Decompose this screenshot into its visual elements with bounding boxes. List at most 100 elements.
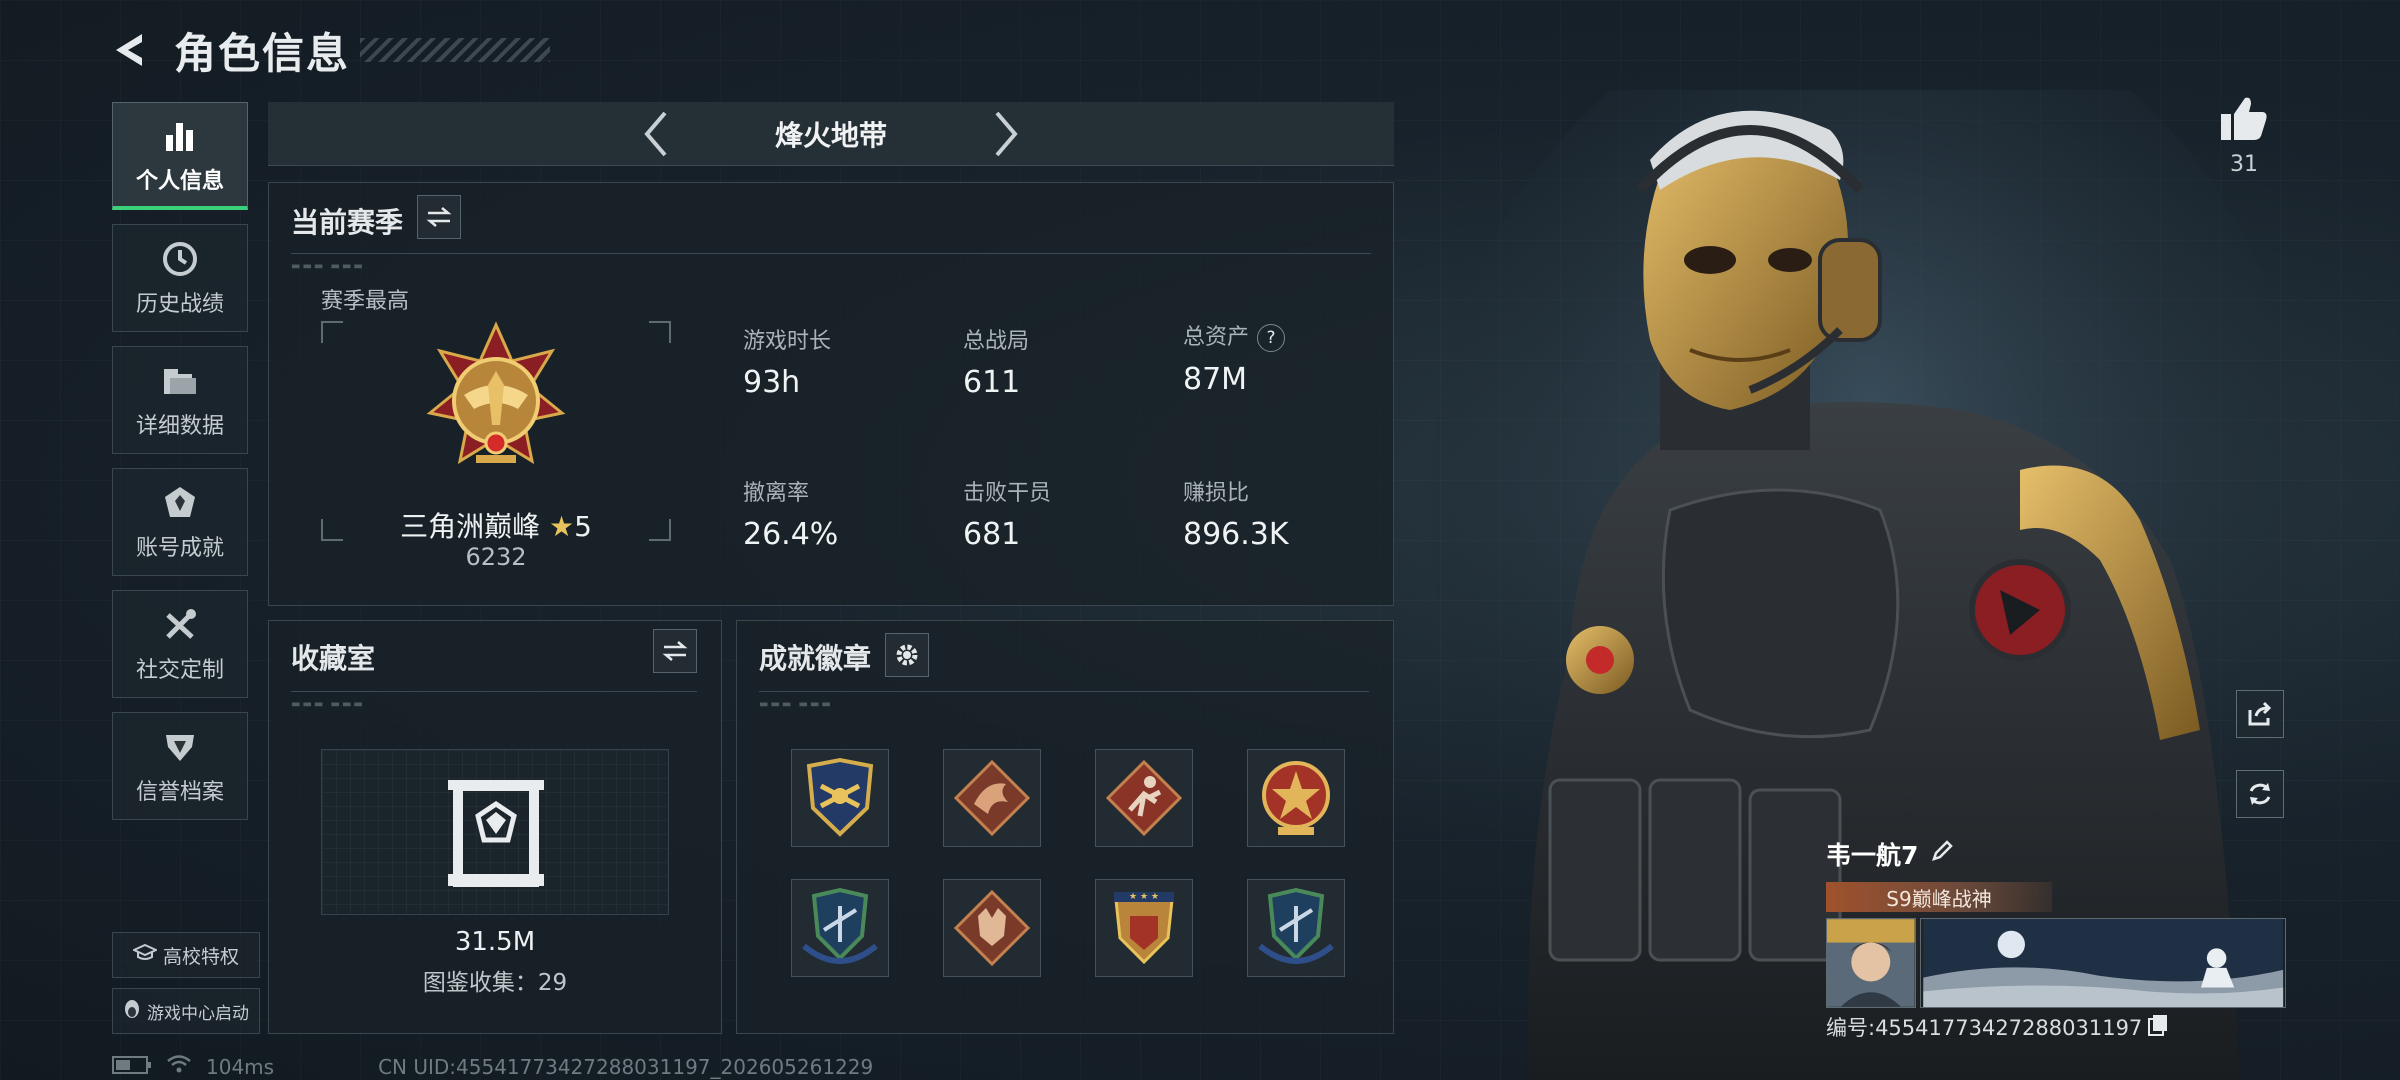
chevron-left-icon xyxy=(644,111,667,156)
collection-panel: 收藏室 ▬▬▬ ▬▬▬ 31.5M 图鉴收集：29 xyxy=(268,620,722,1034)
badges-settings-button[interactable] xyxy=(885,633,929,677)
back-arrow-icon xyxy=(116,34,142,66)
badge-wolf[interactable] xyxy=(943,879,1041,977)
sidebar-item-label: 个人信息 xyxy=(135,168,224,194)
stat-value: 611 xyxy=(963,365,1021,400)
sidebar-item-label: 社交定制 xyxy=(135,658,224,683)
wings-shield-badge-icon xyxy=(1258,887,1334,964)
edit-name-button[interactable] xyxy=(1930,839,1954,869)
rank-emblem-icon xyxy=(426,321,566,465)
divider xyxy=(291,253,1371,254)
stat-total-matches: 总战局 611 xyxy=(963,323,1029,400)
badge-shield-crest[interactable]: ★ ★ ★ xyxy=(1095,879,1193,977)
star-icon: ★ xyxy=(548,510,575,543)
rank-frame: 三角洲巅峰 ★5 6232 xyxy=(321,321,671,571)
swap-icon xyxy=(426,207,452,227)
achievement-icon xyxy=(159,482,201,524)
mode-next-button[interactable] xyxy=(976,104,1036,164)
mode-name: 烽火地带 xyxy=(774,118,887,152)
divider xyxy=(759,691,1369,692)
player-title-text: S9巅峰战神 xyxy=(1886,886,1992,911)
stat-label: 击败干员 xyxy=(963,481,1052,506)
shield-badge-icon xyxy=(806,757,874,837)
qq-penguin-icon xyxy=(123,998,141,1025)
season-switch-button[interactable] xyxy=(417,195,461,239)
stat-label: 游戏时长 xyxy=(743,329,832,354)
sidebar-item-label: 信誉档案 xyxy=(135,780,224,805)
season-best-label: 赛季最高 xyxy=(321,289,410,314)
mode-selector: 烽火地带 xyxy=(268,102,1394,166)
like-button[interactable]: 31 xyxy=(2218,94,2270,177)
graduation-cap-icon xyxy=(131,943,159,967)
game-center-label: 游戏中心启动 xyxy=(147,1003,249,1024)
divider xyxy=(291,691,697,692)
rotate-button[interactable] xyxy=(2236,770,2284,818)
stat-extraction-rate: 撤离率 26.4% xyxy=(743,475,838,552)
campus-privilege-button[interactable]: 高校特权 xyxy=(112,932,260,978)
sidebar-item-social[interactable]: 社交定制 xyxy=(112,590,248,698)
player-id-row: 编号:4554177342728803119​7 xyxy=(1826,1012,2286,1042)
sidebar-item-achievements[interactable]: 账号成就 xyxy=(112,468,248,576)
player-avatar[interactable] xyxy=(1826,918,1916,1008)
tools-icon xyxy=(159,604,201,646)
svg-text:★ ★ ★: ★ ★ ★ xyxy=(1129,892,1159,902)
sidebar-item-details[interactable]: 详细数据 xyxy=(112,346,248,454)
back-button[interactable] xyxy=(110,28,154,72)
shield-crest-badge-icon: ★ ★ ★ xyxy=(1114,892,1174,965)
chevron-right-icon xyxy=(995,111,1018,156)
gear-icon xyxy=(896,644,918,666)
copy-icon xyxy=(2148,1014,2168,1036)
rank-name-text: 三角洲巅峰 xyxy=(400,510,541,543)
page-title: 角色信息 xyxy=(174,28,351,78)
badge-runner[interactable] xyxy=(1095,749,1193,847)
sidebar-item-label: 历史战绩 xyxy=(135,292,224,317)
stat-value: 896.3K xyxy=(1183,517,1289,552)
vault-icon xyxy=(448,780,544,887)
badge-wings-shield-blue-2[interactable] xyxy=(1247,879,1345,977)
wifi-icon xyxy=(166,1054,192,1079)
badge-dragon[interactable] xyxy=(943,749,1041,847)
runner-badge-icon xyxy=(1105,759,1183,837)
stat-label: 赚损比 xyxy=(1183,481,1250,506)
sidebar-item-personal-info[interactable]: 个人信息 xyxy=(112,102,248,210)
player-banner[interactable] xyxy=(1919,918,2286,1008)
sidebar: 个人信息 历史战绩 详细数据 账号成就 社交定制 信誉档案 xyxy=(112,102,248,834)
player-title-tag[interactable]: S9巅峰战神 xyxy=(1826,882,2052,912)
season-title: 当前赛季 xyxy=(291,206,404,239)
mode-prev-button[interactable] xyxy=(626,104,686,164)
decoration-ticks: ▬▬▬ ▬▬▬ xyxy=(291,699,365,710)
sidebar-item-label: 账号成就 xyxy=(135,536,224,561)
game-center-button[interactable]: 游戏中心启动 xyxy=(112,988,260,1034)
bar-chart-icon xyxy=(159,115,201,157)
badge-star-medal[interactable] xyxy=(1247,749,1345,847)
stat-profit-loss-ratio: 赚损比 896.3K xyxy=(1183,475,1289,552)
stat-total-assets: 总资产? 87M xyxy=(1183,319,1286,397)
copy-id-button[interactable] xyxy=(2148,1014,2168,1041)
stat-value: 93h xyxy=(743,365,801,400)
dragon-badge-icon xyxy=(953,759,1031,837)
sidebar-item-history[interactable]: 历史战绩 xyxy=(112,224,248,332)
frame-corner xyxy=(321,321,343,343)
share-button[interactable] xyxy=(2236,690,2284,738)
battery-icon xyxy=(112,1055,152,1079)
badge-shield-gold[interactable] xyxy=(791,749,889,847)
ping-value: 104ms xyxy=(206,1054,275,1079)
player-name-row: 韦一航7 xyxy=(1826,836,2286,872)
header: 角色信息 xyxy=(110,22,551,78)
player-id: 编号:4554177342728803119​7 xyxy=(1826,1016,2143,1040)
collection-count: 图鉴收集：29 xyxy=(422,970,568,996)
rank-score: 6232 xyxy=(465,543,527,571)
collection-display[interactable] xyxy=(321,749,669,915)
sidebar-item-reputation[interactable]: 信誉档案 xyxy=(112,712,248,820)
stat-value: 26.4% xyxy=(743,517,839,552)
badges-title: 成就徽章 xyxy=(759,642,872,675)
player-name: 韦一航7 xyxy=(1826,841,1919,870)
help-button[interactable]: ? xyxy=(1257,324,1286,352)
season-panel: 当前赛季 ▬▬▬ ▬▬▬ 赛季最高 三角洲巅峰 ★5 6232 游戏时长 93h… xyxy=(268,182,1394,606)
thumbs-up-icon xyxy=(2221,97,2267,140)
stat-operators-defeated: 击败干员 681 xyxy=(963,475,1051,552)
collection-switch-button[interactable] xyxy=(653,629,697,673)
collection-value: 31.5M xyxy=(454,927,536,957)
badge-wings-shield-blue[interactable] xyxy=(791,879,889,977)
player-card: 韦一航7 S9巅峰战神 编号:4554177342728803119​7 xyxy=(1826,836,2286,1042)
